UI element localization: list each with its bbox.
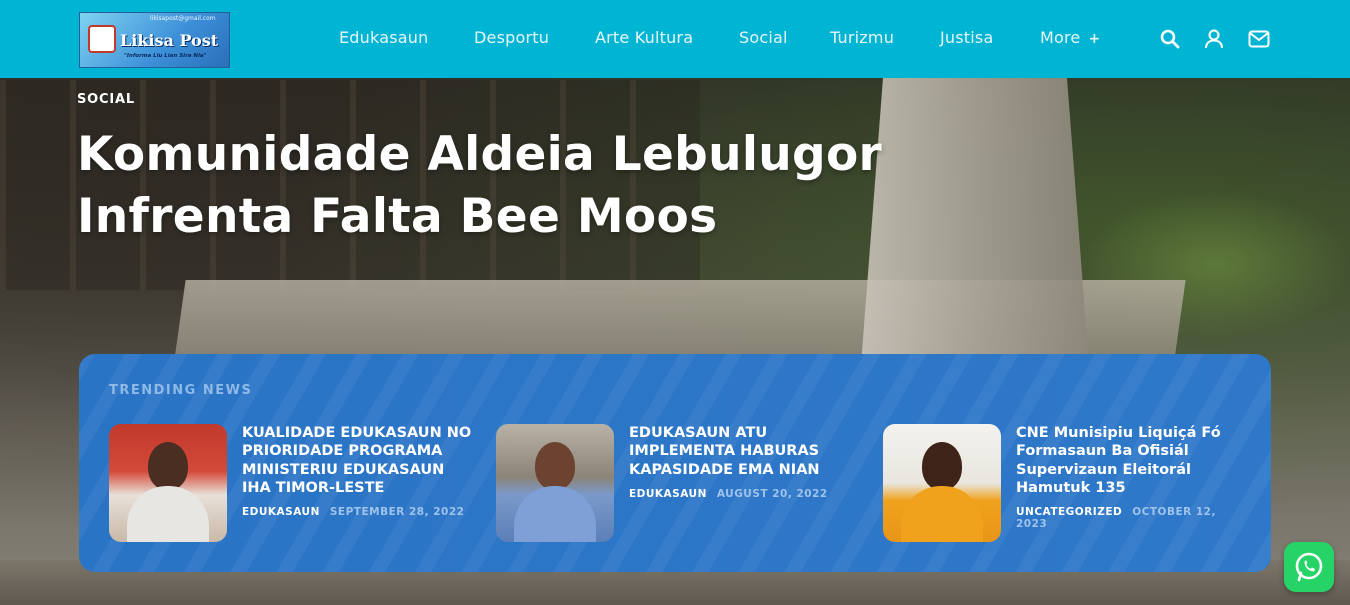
trending-headline[interactable]: EDUKASAUN ATU IMPLEMENTA HABURAS KAPASID… [629,424,859,479]
person-face [535,442,575,490]
trending-news-title: TRENDING NEWS [109,383,253,398]
trending-text: KUALIDADE EDUKASAUN NO PRIORIDADE PROGRA… [242,424,472,518]
trending-thumbnail[interactable] [496,424,614,542]
trending-item: KUALIDADE EDUKASAUN NO PRIORIDADE PROGRA… [109,424,479,544]
person-face [922,442,962,490]
search-icon[interactable] [1158,27,1182,51]
user-icon[interactable] [1202,27,1226,51]
whatsapp-button[interactable] [1284,542,1334,592]
trending-meta: UNCATEGORIZED OCTOBER 12, 2023 [1016,506,1246,530]
nav-item-more[interactable]: More + [1040,28,1100,47]
trending-date: AUGUST 20, 2022 [716,487,828,500]
trending-item: CNE Munisipiu Liquiçá Fó Formasaun Ba Of… [883,424,1253,544]
nav-item-arte-kultura[interactable]: Arte Kultura [595,28,693,47]
hero-category-label[interactable]: SOCIAL [77,92,135,107]
trending-headline[interactable]: CNE Munisipiu Liquiçá Fó Formasaun Ba Of… [1016,424,1246,497]
trending-text: EDUKASAUN ATU IMPLEMENTA HABURAS KAPASID… [629,424,859,500]
nav-more-label: More [1040,28,1081,47]
trending-category[interactable]: UNCATEGORIZED [1016,506,1122,518]
trending-text: CNE Munisipiu Liquiçá Fó Formasaun Ba Of… [1016,424,1246,530]
trending-thumbnail[interactable] [883,424,1001,542]
logo-title: Likisa Post [120,31,219,50]
nav-item-social[interactable]: Social [739,28,788,47]
nav-item-justisa[interactable]: Justisa [940,28,993,47]
person-shirt [901,486,983,542]
trending-headline[interactable]: KUALIDADE EDUKASAUN NO PRIORIDADE PROGRA… [242,424,472,497]
trending-meta: EDUKASAUN AUGUST 20, 2022 [629,488,859,500]
trending-news-panel: TRENDING NEWS KUALIDADE EDUKASAUN NO PRI… [79,354,1271,572]
trending-thumbnail[interactable] [109,424,227,542]
hero-headline[interactable]: Komunidade Aldeia Lebulugor Infrenta Fal… [77,124,917,248]
person-face [148,442,188,490]
site-logo[interactable]: likisapost@gmail.com Likisa Post "Inform… [79,12,230,68]
plus-icon: + [1088,31,1101,47]
nav-item-desportu[interactable]: Desportu [474,28,549,47]
nav-item-edukasaun[interactable]: Edukasaun [339,28,428,47]
trending-item: EDUKASAUN ATU IMPLEMENTA HABURAS KAPASID… [496,424,866,544]
whatsapp-icon [1295,552,1323,582]
trending-category[interactable]: EDUKASAUN [242,506,320,518]
trending-category[interactable]: EDUKASAUN [629,488,707,500]
nav-item-turizmu[interactable]: Turizmu [830,28,894,47]
trending-meta: EDUKASAUN SEPTEMBER 28, 2022 [242,506,472,518]
logo-emblem-icon [88,25,116,53]
logo-email: likisapost@gmail.com [150,15,216,22]
logo-tagline: "Informa Liu Lian Sira Nia" [124,53,207,59]
trending-date: SEPTEMBER 28, 2022 [329,506,465,519]
person-jacket [514,486,596,542]
mail-icon[interactable] [1247,27,1271,51]
person-shirt [127,486,209,542]
site-header: likisapost@gmail.com Likisa Post "Inform… [0,0,1350,78]
